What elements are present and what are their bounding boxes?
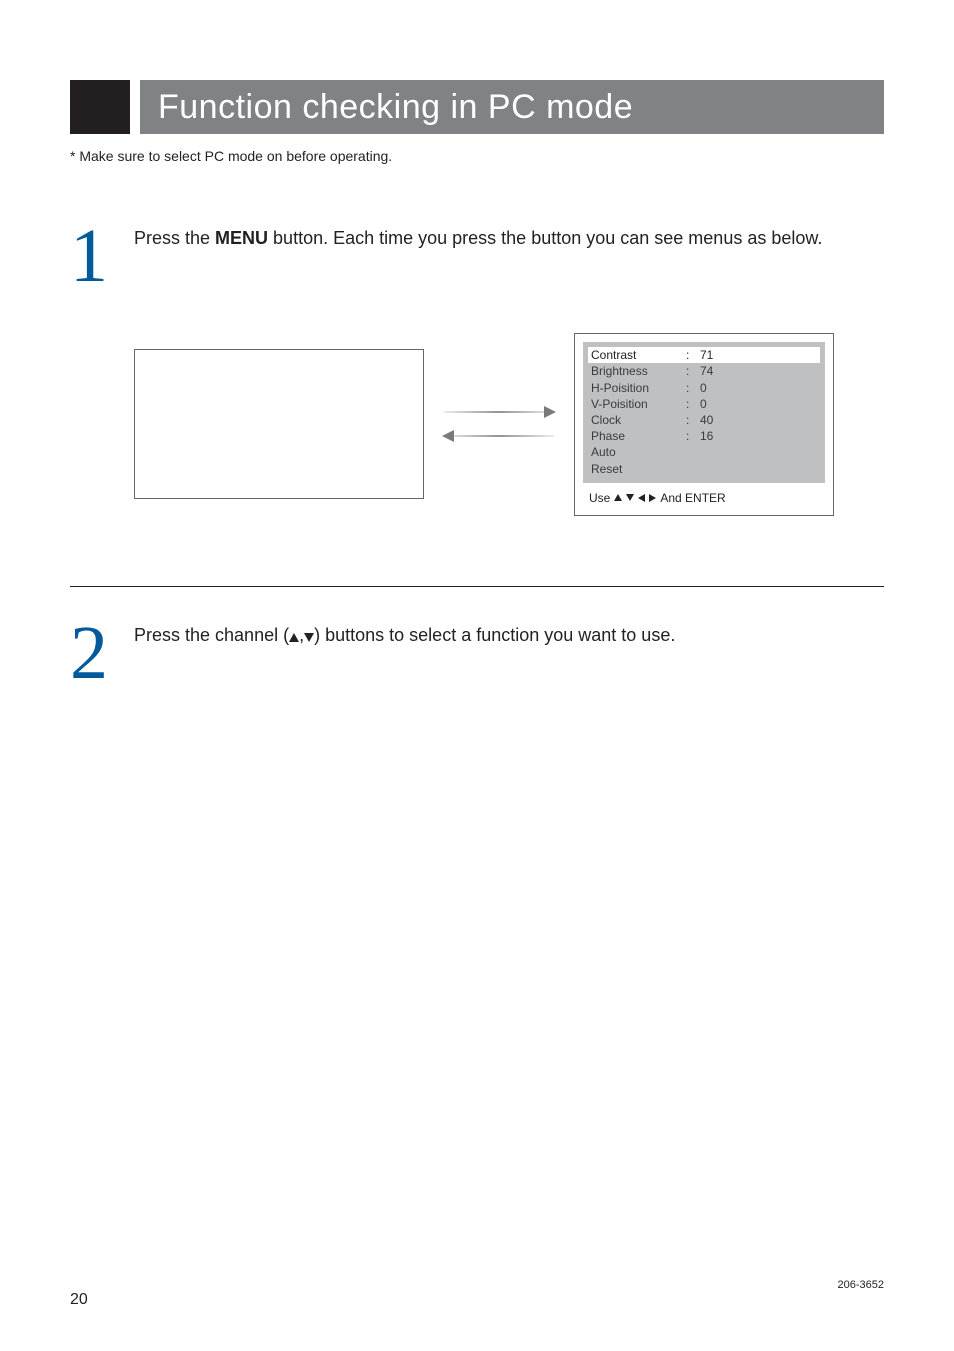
heading-black-block [70, 80, 130, 134]
osd-value: 0 [700, 380, 817, 396]
osd-colon: : [686, 412, 700, 428]
triangle-up-icon [289, 633, 299, 642]
step-2-post: buttons to select a function you want to… [320, 625, 675, 645]
osd-row-vposition: V-Poisition : 0 [591, 396, 817, 412]
step-2: 2 Press the channel (,) buttons to selec… [70, 621, 884, 680]
triangle-up-icon [614, 494, 622, 501]
osd-label: Reset [591, 461, 686, 477]
osd-row-hposition: H-Poisition : 0 [591, 380, 817, 396]
triangle-right-icon [649, 494, 656, 502]
page-number: 20 [70, 1291, 88, 1309]
triangle-left-icon [638, 494, 645, 502]
osd-colon: : [686, 380, 700, 396]
osd-footer-post: And ENTER [660, 491, 725, 505]
osd-row-contrast: Contrast : 71 [588, 347, 820, 363]
step-2-text: Press the channel (,) buttons to select … [134, 621, 675, 648]
placeholder-screen-box [134, 349, 424, 499]
section-divider [70, 586, 884, 587]
osd-value: 0 [700, 396, 817, 412]
osd-menu-list: Contrast : 71 Brightness : 74 H-Poisitio… [583, 342, 825, 483]
step-1-post: button. Each time you press the button y… [268, 228, 822, 248]
osd-value: 16 [700, 428, 817, 444]
step-1: 1 Press the MENU button. Each time you p… [70, 224, 884, 283]
note-text: * Make sure to select PC mode on before … [70, 148, 884, 164]
osd-row-phase: Phase : 16 [591, 428, 817, 444]
heading-gap [130, 80, 140, 134]
doc-code: 206-3652 [838, 1279, 885, 1291]
osd-value [700, 461, 817, 477]
osd-label: V-Poisition [591, 396, 686, 412]
osd-colon: : [686, 396, 700, 412]
diagram: Contrast : 71 Brightness : 74 H-Poisitio… [134, 333, 884, 516]
step-1-bold: MENU [215, 228, 268, 248]
osd-row-clock: Clock : 40 [591, 412, 817, 428]
page-title: Function checking in PC mode [158, 88, 633, 127]
arrow-group [424, 411, 574, 437]
osd-menu: Contrast : 71 Brightness : 74 H-Poisitio… [574, 333, 834, 516]
triangle-down-icon [626, 494, 634, 501]
osd-value: 71 [700, 347, 817, 363]
step-2-number: 2 [70, 621, 134, 680]
step-1-number: 1 [70, 224, 134, 283]
osd-label: Contrast [591, 347, 686, 363]
osd-label: Clock [591, 412, 686, 428]
step-2-pre: Press the channel [134, 625, 283, 645]
arrow-left-icon [444, 435, 554, 437]
page: Function checking in PC mode * Make sure… [0, 0, 954, 1351]
osd-footer-pre: Use [589, 491, 610, 505]
osd-row-reset: Reset [591, 461, 817, 477]
osd-row-auto: Auto [591, 444, 817, 460]
osd-colon: : [686, 347, 700, 363]
step-1-text: Press the MENU button. Each time you pre… [134, 224, 822, 251]
step-1-pre: Press the [134, 228, 215, 248]
osd-label: Phase [591, 428, 686, 444]
triangle-down-icon [304, 633, 314, 642]
osd-value: 74 [700, 363, 817, 379]
arrow-right-icon [444, 411, 554, 413]
osd-footer: Use And ENTER [583, 489, 825, 507]
osd-colon [686, 444, 700, 460]
osd-row-brightness: Brightness : 74 [591, 363, 817, 379]
osd-label: Auto [591, 444, 686, 460]
heading-grey-bar: Function checking in PC mode [140, 80, 884, 134]
osd-colon: : [686, 363, 700, 379]
osd-label: H-Poisition [591, 380, 686, 396]
osd-value: 40 [700, 412, 817, 428]
section-heading-bar: Function checking in PC mode [70, 80, 884, 134]
osd-colon: : [686, 428, 700, 444]
osd-value [700, 444, 817, 460]
osd-colon [686, 461, 700, 477]
osd-label: Brightness [591, 363, 686, 379]
